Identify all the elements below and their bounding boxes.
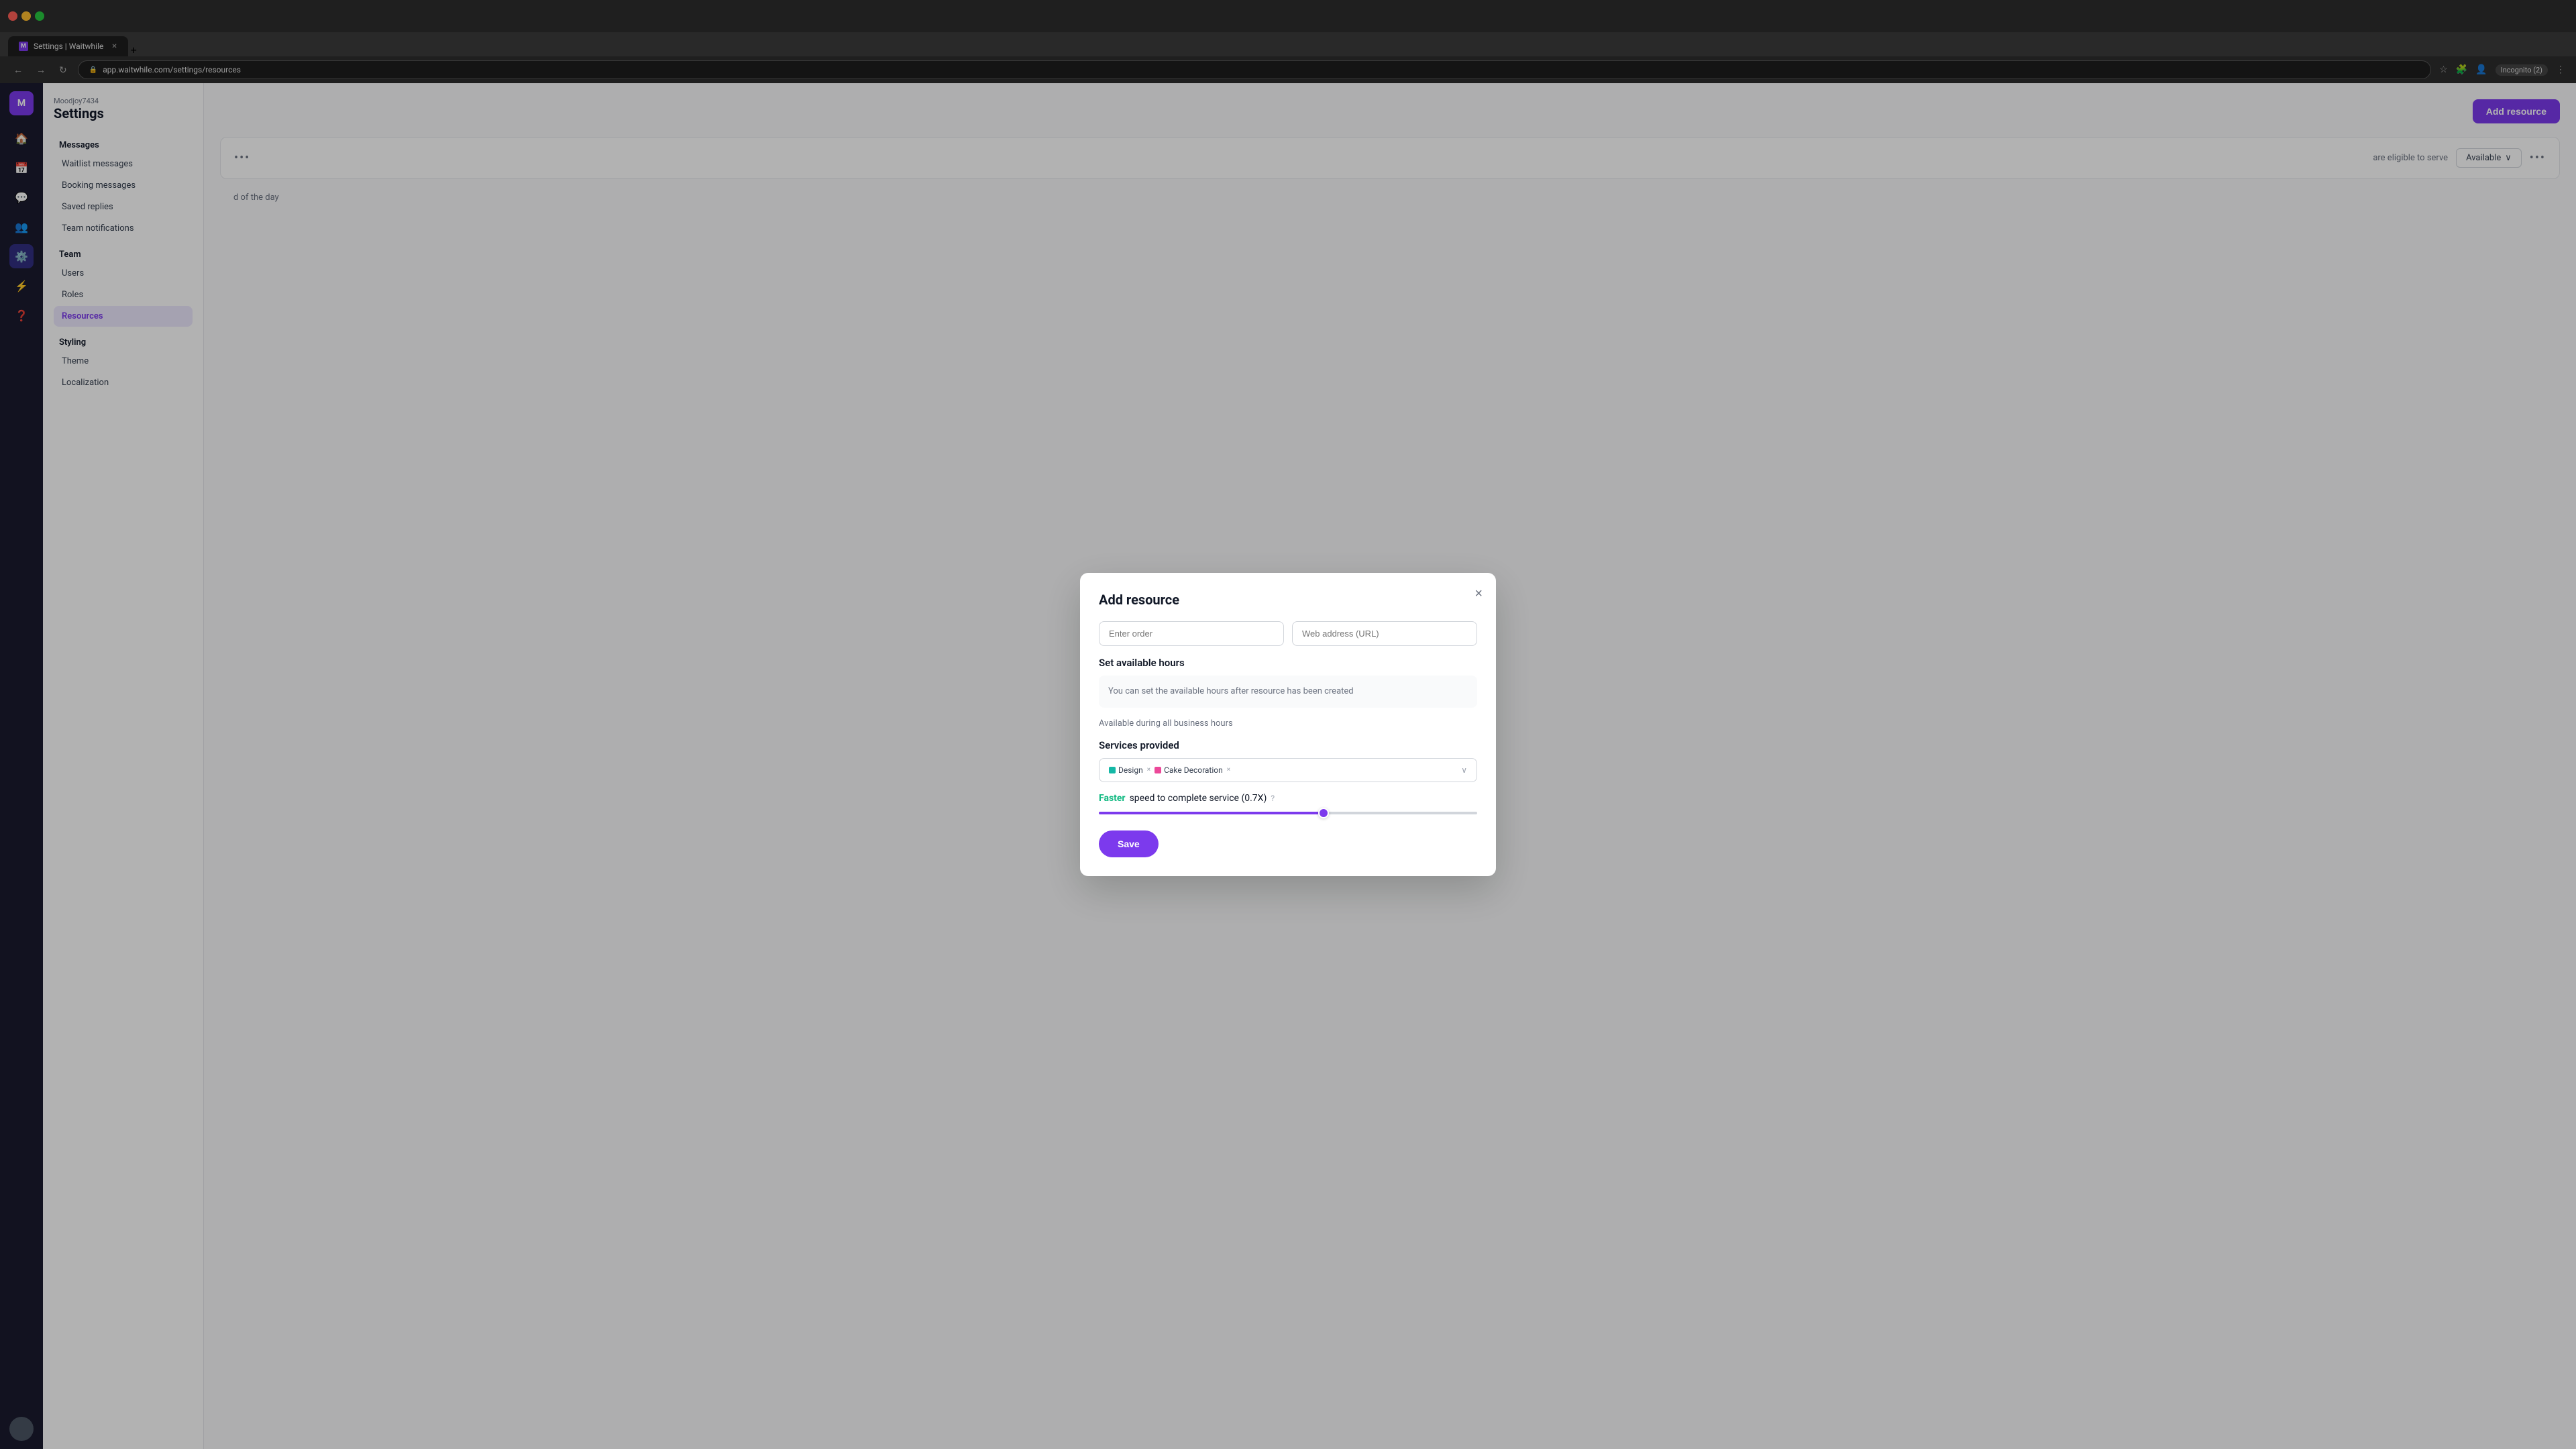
app-container: M 🏠 📅 💬 👥 ⚙️ ⚡ ❓ Moodjoy7434 Settings Me… [0, 83, 2576, 1449]
slider-thumb[interactable] [1318, 808, 1329, 818]
modal-overlay[interactable]: Add resource × Set available hours You c… [204, 83, 2576, 1449]
design-remove-icon[interactable]: × [1147, 766, 1150, 773]
cake-dot [1155, 767, 1161, 773]
speed-slider-container [1099, 812, 1477, 814]
services-chevron-icon: ∨ [1461, 765, 1467, 775]
order-input[interactable] [1099, 621, 1284, 646]
modal-inputs-row [1099, 621, 1477, 646]
modal-title: Add resource [1099, 592, 1477, 608]
main-content: Add resource ••• are eligible to serve A… [204, 83, 2576, 1449]
set-hours-title: Set available hours [1099, 657, 1477, 669]
speed-help-icon[interactable]: ? [1271, 794, 1275, 803]
services-select[interactable]: Design × Cake Decoration × ∨ [1099, 758, 1477, 782]
cake-label: Cake Decoration [1164, 765, 1223, 775]
speed-faster-text: Faster [1099, 793, 1126, 804]
modal-close-button[interactable]: × [1474, 586, 1483, 602]
url-input[interactable] [1292, 621, 1477, 646]
info-text: You can set the available hours after re… [1108, 686, 1354, 696]
service-design-tag: Design × [1109, 765, 1150, 775]
hours-info-box: You can set the available hours after re… [1099, 676, 1477, 708]
services-title: Services provided [1099, 739, 1477, 751]
save-button[interactable]: Save [1099, 830, 1159, 857]
design-label: Design [1118, 765, 1143, 775]
cake-remove-icon[interactable]: × [1227, 766, 1230, 773]
add-resource-modal: Add resource × Set available hours You c… [1080, 573, 1496, 876]
design-dot [1109, 767, 1116, 773]
speed-slider[interactable] [1099, 812, 1477, 814]
speed-label: Faster speed to complete service (0.7X) … [1099, 793, 1477, 804]
all-hours-label: Available during all business hours [1099, 718, 1477, 729]
speed-rest-text: speed to complete service (0.7X) [1130, 793, 1267, 804]
service-cake-tag: Cake Decoration × [1155, 765, 1230, 775]
